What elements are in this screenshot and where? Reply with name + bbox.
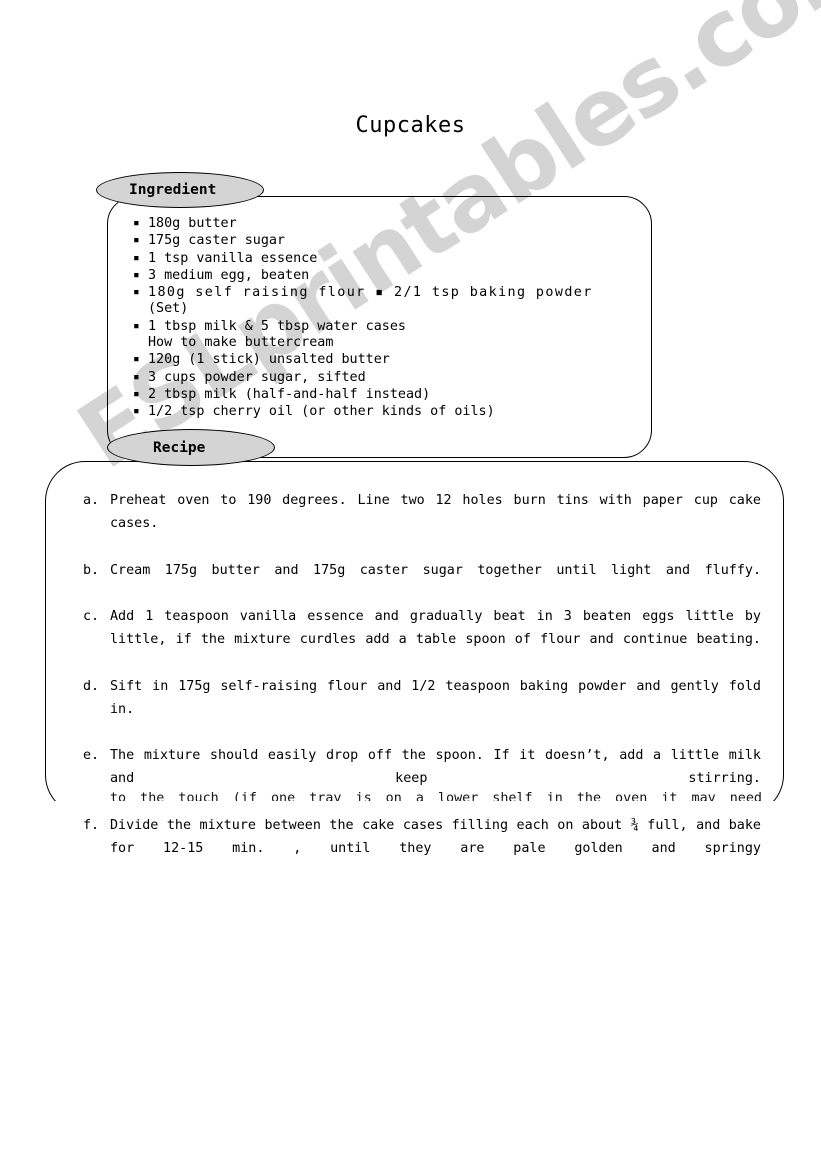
recipe-step-marker: e. [83,748,100,764]
recipe-step-text: Sift in 175g self-raising flour and 1/2 … [110,678,761,717]
ingredient-item-text: 3 cups powder sugar, sifted [148,369,366,385]
ingredient-item-text: 120g (1 stick) unsalted butter [148,352,390,368]
bullet-square-icon [133,351,148,368]
ingredient-item-text: How to make buttercream [148,335,334,351]
recipe-tab[interactable]: Recipe [107,429,275,466]
ingredient-item: 3 medium egg, beaten [133,267,643,284]
recipe-tab-label: Recipe [153,439,206,456]
recipe-step-list: a. Preheat oven to 190 degrees. Line two … [83,489,761,883]
ingredient-item: 1 tsp vanilla essence [133,250,643,267]
ingredient-item: 2 tbsp milk (half-and-half instead) [133,386,643,403]
recipe-step: d. Sift in 175g self-raising flour and 1/… [83,675,761,745]
ingredient-tab-label: Ingredient [129,182,217,198]
ingredient-item: 180g self raising flour ▪ 2/1 tsp baking… [133,284,643,301]
ingredient-item: 3 cups powder sugar, sifted [133,369,643,386]
recipe-step-text: Divide the mixture between the cake case… [110,817,761,857]
ingredient-item: 180g butter [133,215,643,232]
recipe-step-text: Preheat oven to 190 degrees. Line two 12… [110,493,761,532]
ingredient-item-text: 1 tsp vanilla essence [148,250,318,266]
bullet-square-icon [133,267,148,284]
recipe-step: f. Divide the mixture between the cake ca… [83,814,761,884]
recipe-step-text: Add 1 teaspoon vanilla essence and gradu… [110,609,761,648]
recipe-step-marker: f. [83,817,100,833]
recipe-clipped-line: to the touch (if one tray is on a lower … [110,790,762,801]
ingredient-item-text: 1 tbsp milk & 5 tbsp water cases [148,318,406,334]
ingredient-item: 1 tbsp milk & 5 tbsp water cases [133,318,643,335]
ingredient-item: 120g (1 stick) unsalted butter [133,351,643,368]
recipe-step-marker: b. [83,562,100,578]
bullet-square-icon [133,369,148,386]
ingredient-item-text: (Set) [148,301,189,317]
ingredient-item: 175g caster sugar [133,232,643,249]
ingredient-item-text: 180g self raising flour ▪ 2/1 tsp baking… [148,285,593,301]
ingredient-list: 180g butter 175g caster sugar1 tsp vanill… [133,215,643,421]
bullet-square-icon [133,403,148,420]
bullet-square-icon [133,232,148,249]
ingredient-item-text: 2 tbsp milk (half-and-half instead) [148,386,431,402]
recipe-clipped-line-text: to the touch (if one tray is on a lower … [110,791,762,801]
recipe-step-text: Cream 175g butter and 175g caster sugar … [110,562,761,578]
bullet-square-icon [133,386,148,403]
bullet-square-icon [133,250,148,267]
ingredient-item: 1/2 tsp cherry oil (or other kinds of oi… [133,403,643,420]
bullet-square-icon [133,318,148,335]
ingredient-item-text: 3 medium egg, beaten [148,267,310,283]
bullet-square-icon [133,215,148,232]
recipe-step-marker: a. [83,493,100,508]
ingredient-item-text: 175g caster sugar [148,233,286,249]
recipe-step: b. Cream 175g butter and 175g caster suga… [83,559,761,605]
ingredient-item: (Set) [133,301,643,317]
ingredient-tab[interactable]: Ingredient [96,172,264,208]
worksheet-page: ESLprintables.com Cupcakes Ingredient 18… [0,0,821,1169]
clip-mask [46,801,783,815]
recipe-step-marker: c. [83,609,100,625]
bullet-square-icon [133,284,148,301]
recipe-step: a. Preheat oven to 190 degrees. Line two … [83,489,761,559]
ingredient-item-text: 180g butter [148,216,237,231]
recipe-step-marker: d. [83,678,100,694]
ingredient-item: How to make buttercream [133,335,643,351]
recipe-step: c. Add 1 teaspoon vanilla essence and gra… [83,605,761,675]
ingredient-item-text: 1/2 tsp cherry oil (or other kinds of oi… [148,404,495,420]
page-title: Cupcakes [355,113,466,138]
